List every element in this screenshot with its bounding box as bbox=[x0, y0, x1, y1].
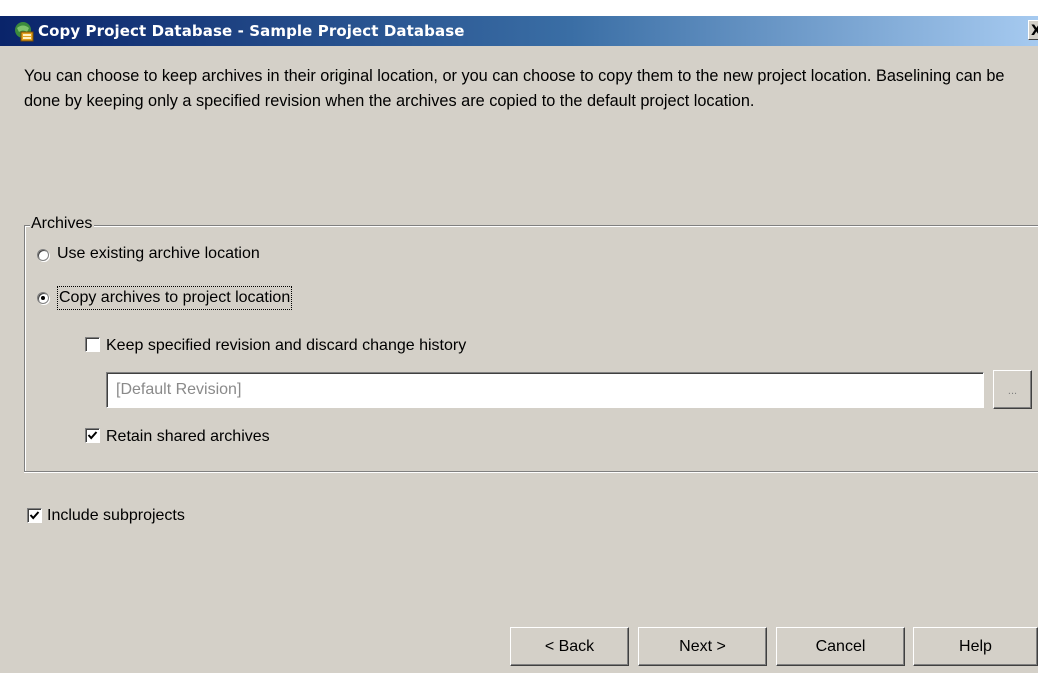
retain-shared-label[interactable]: Retain shared archives bbox=[106, 426, 270, 448]
copy-to-project-radio[interactable] bbox=[37, 292, 49, 304]
window-title: Copy Project Database - Sample Project D… bbox=[38, 22, 465, 40]
use-existing-label[interactable]: Use existing archive location bbox=[57, 243, 260, 265]
next-button[interactable]: Next > bbox=[638, 627, 767, 666]
title-bar[interactable]: Copy Project Database - Sample Project D… bbox=[0, 16, 1038, 46]
help-button[interactable]: Help bbox=[913, 627, 1038, 666]
copy-project-database-dialog: Copy Project Database - Sample Project D… bbox=[0, 0, 1038, 673]
project-database-icon bbox=[15, 22, 34, 42]
revision-input[interactable] bbox=[106, 372, 984, 408]
ellipsis-icon: ... bbox=[1007, 385, 1018, 397]
include-subprojects-label[interactable]: Include subprojects bbox=[47, 505, 185, 527]
archives-group-label: Archives bbox=[30, 213, 95, 235]
retain-shared-checkbox[interactable] bbox=[85, 428, 100, 443]
cancel-button[interactable]: Cancel bbox=[776, 627, 905, 666]
close-button[interactable]: X bbox=[1028, 20, 1038, 40]
include-subprojects-checkbox[interactable] bbox=[27, 508, 42, 523]
use-existing-radio[interactable] bbox=[37, 249, 49, 261]
screen-top-strip bbox=[0, 0, 1038, 16]
check-mark-icon bbox=[29, 511, 40, 520]
description-text: You can choose to keep archives in their… bbox=[24, 67, 1005, 110]
back-button[interactable]: < Back bbox=[510, 627, 629, 666]
check-mark-icon bbox=[87, 431, 98, 440]
browse-revision-button[interactable]: ... bbox=[993, 370, 1032, 409]
keep-revision-checkbox[interactable] bbox=[85, 337, 100, 352]
copy-to-project-label[interactable]: Copy archives to project location bbox=[56, 286, 293, 310]
keep-revision-label[interactable]: Keep specified revision and discard chan… bbox=[106, 335, 466, 357]
close-icon: X bbox=[1031, 23, 1038, 39]
